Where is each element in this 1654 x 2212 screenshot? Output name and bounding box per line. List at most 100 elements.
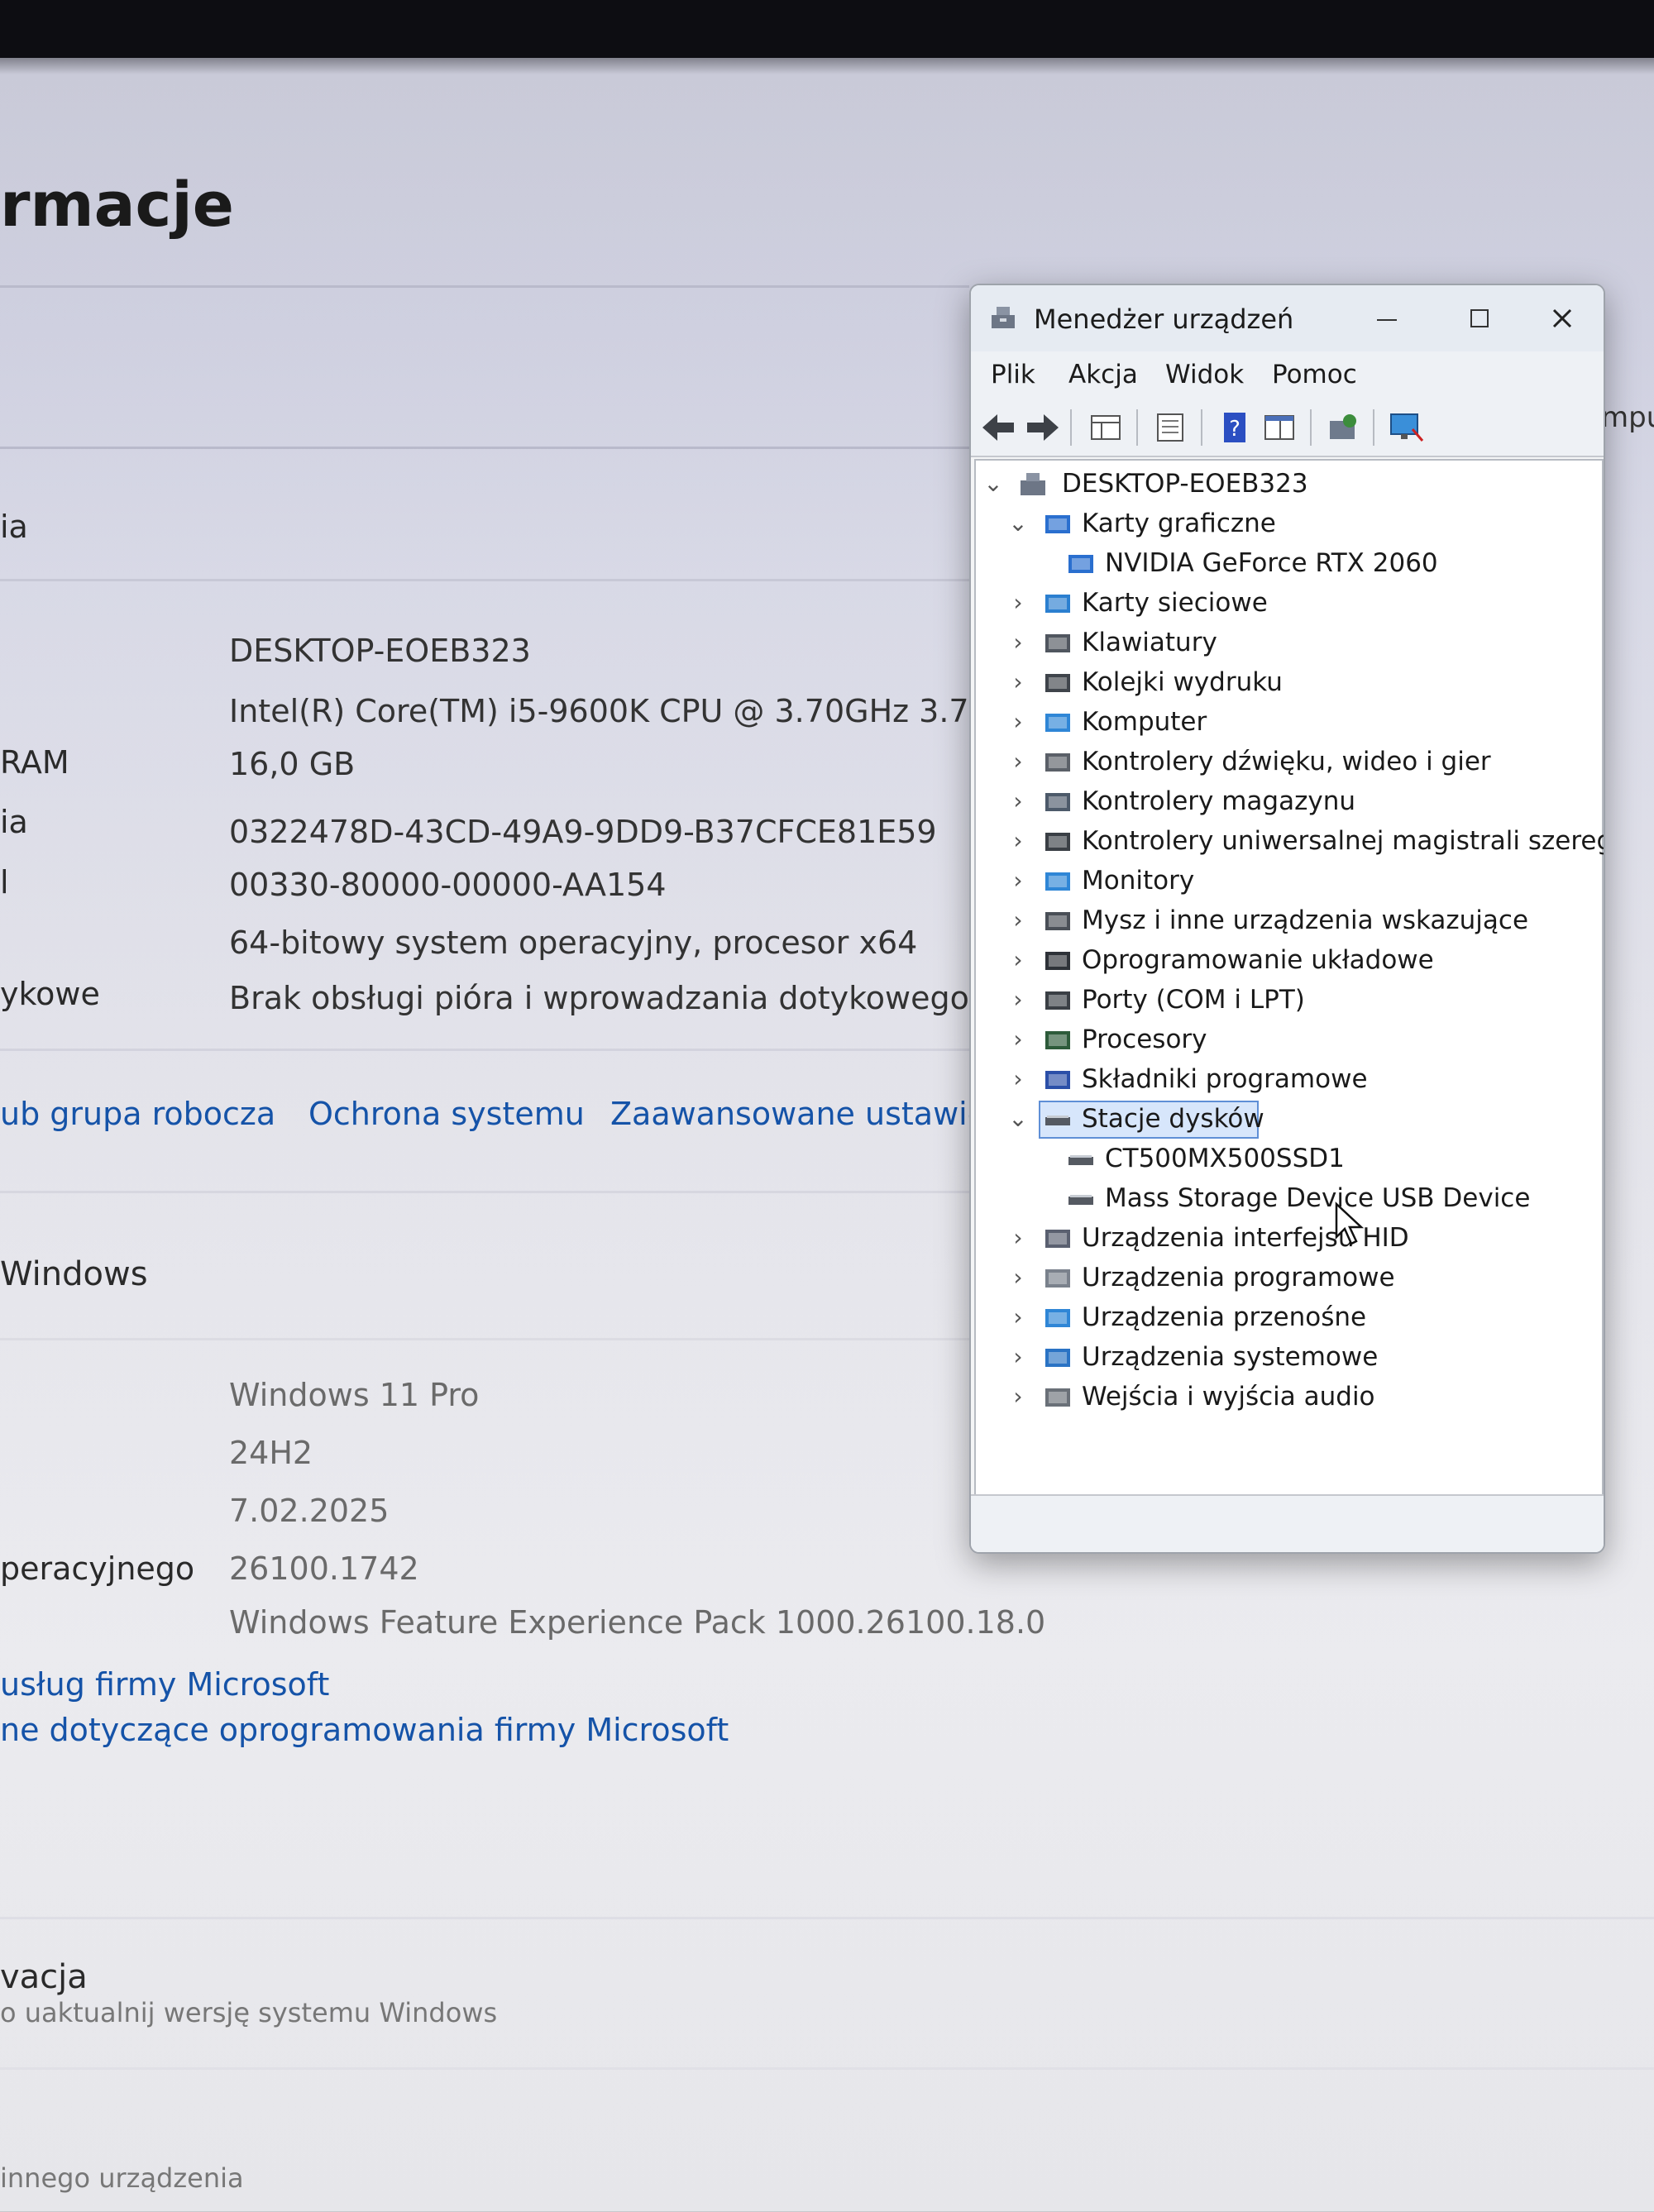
os-build-value: 26100.1742 bbox=[229, 1550, 419, 1587]
chevron-right-icon[interactable]: › bbox=[1006, 945, 1030, 975]
chevron-right-icon[interactable]: › bbox=[1006, 1263, 1030, 1292]
monitor-update-icon[interactable] bbox=[1388, 409, 1426, 446]
chevron-right-icon[interactable]: › bbox=[1006, 985, 1030, 1015]
chevron-down-icon[interactable]: ⌄ bbox=[981, 469, 1006, 499]
menu-action[interactable]: Akcja bbox=[1068, 360, 1138, 389]
tree-item-label: Klawiatury bbox=[1082, 628, 1217, 657]
network-adapter-icon bbox=[1045, 595, 1070, 613]
chevron-right-icon[interactable]: › bbox=[1006, 707, 1030, 737]
edition-value: Windows 11 Pro bbox=[229, 1377, 480, 1413]
tree-root[interactable]: ⌄ DESKTOP-EOEB323 bbox=[976, 466, 1596, 504]
scan-hardware-icon[interactable] bbox=[1325, 409, 1363, 446]
tree-leaf-item[interactable]: Mass Storage Device USB Device bbox=[976, 1180, 1596, 1218]
tree-item-label: Kontrolery dźwięku, wideo i gier bbox=[1082, 747, 1491, 776]
chevron-right-icon[interactable]: › bbox=[1006, 786, 1030, 816]
chevron-right-icon[interactable]: › bbox=[1006, 826, 1030, 856]
device-tree[interactable]: ⌄ DESKTOP-EOEB323 ⌄ Karty graficzne NVIDIA… bbox=[974, 459, 1604, 1496]
partial-side-text: mpu bbox=[1601, 401, 1654, 434]
tree-category-item[interactable]: › Oprogramowanie układowe bbox=[976, 942, 1596, 980]
device-manager-icon bbox=[992, 307, 1015, 328]
chevron-right-icon[interactable]: › bbox=[1006, 1223, 1030, 1253]
printer-icon bbox=[1045, 674, 1070, 692]
tree-item-label: Urządzenia systemowe bbox=[1082, 1342, 1379, 1372]
close-button[interactable] bbox=[1533, 294, 1591, 343]
properties-grid-icon[interactable] bbox=[1087, 409, 1125, 446]
tree-category-item[interactable]: › Urządzenia programowe bbox=[976, 1259, 1596, 1297]
menu-help[interactable]: Pomoc bbox=[1272, 360, 1357, 389]
tree-category-item[interactable]: ⌄ Stacje dysków bbox=[976, 1101, 1596, 1139]
chevron-right-icon[interactable]: › bbox=[1006, 905, 1030, 935]
cpu-icon bbox=[1045, 1031, 1070, 1049]
forward-arrow-icon[interactable] bbox=[1024, 409, 1062, 446]
activation-title[interactable]: vacja bbox=[0, 1958, 88, 1996]
chevron-right-icon[interactable]: › bbox=[1006, 1064, 1030, 1094]
tree-category-item[interactable]: › Procesory bbox=[976, 1021, 1596, 1059]
chevron-down-icon[interactable]: ⌄ bbox=[1006, 509, 1030, 538]
help-icon[interactable]: ? bbox=[1216, 409, 1254, 446]
toolbar-separator bbox=[1373, 409, 1374, 446]
properties-sheet-icon[interactable] bbox=[1151, 409, 1189, 446]
toolbar: ? bbox=[971, 399, 1604, 457]
chevron-right-icon[interactable]: › bbox=[1006, 1342, 1030, 1372]
tree-item-label: Karty sieciowe bbox=[1082, 588, 1268, 618]
ms-services-link[interactable]: usług firmy Microsoft bbox=[0, 1666, 329, 1703]
device-manager-window[interactable]: Menedżer urządzeń Plik Akcja Widok Pomoc… bbox=[969, 284, 1605, 1554]
root-label: DESKTOP-EOEB323 bbox=[1062, 469, 1308, 499]
tree-category-item[interactable]: › Komputer bbox=[976, 704, 1596, 742]
storage-controller-icon bbox=[1045, 793, 1070, 811]
chevron-right-icon[interactable]: › bbox=[1006, 628, 1030, 657]
back-arrow-icon[interactable] bbox=[979, 409, 1017, 446]
title-bar[interactable]: Menedżer urządzeń bbox=[971, 285, 1604, 351]
experience-value: Windows Feature Experience Pack 1000.261… bbox=[229, 1604, 1046, 1641]
speaker-icon bbox=[1045, 753, 1070, 772]
view-pane-icon[interactable] bbox=[1260, 409, 1298, 446]
device-id-value: 0322478D-43CD-49A9-9DD9-B37CFCE81E59 bbox=[229, 814, 937, 850]
tree-leaf-item[interactable]: NVIDIA GeForce RTX 2060 bbox=[976, 545, 1596, 583]
minimize-icon bbox=[1377, 319, 1397, 321]
tree-category-item[interactable]: › Kontrolery dźwięku, wideo i gier bbox=[976, 743, 1596, 781]
chevron-right-icon[interactable]: › bbox=[1006, 1382, 1030, 1412]
tree-category-item[interactable]: › Urządzenia interfejsu HID bbox=[976, 1220, 1596, 1258]
maximize-button[interactable] bbox=[1451, 294, 1508, 343]
tree-category-item[interactable]: › Monitory bbox=[976, 862, 1596, 901]
chevron-down-icon[interactable]: ⌄ bbox=[1006, 1104, 1030, 1134]
chevron-right-icon[interactable]: › bbox=[1006, 1025, 1030, 1054]
toolbar-separator bbox=[1310, 409, 1312, 446]
chevron-right-icon[interactable]: › bbox=[1006, 747, 1030, 776]
tree-category-item[interactable]: › Kontrolery uniwersalnej magistrali szer… bbox=[976, 823, 1604, 861]
tree-category-item[interactable]: › Wejścia i wyjścia audio bbox=[976, 1378, 1596, 1417]
tree-item-label: Kolejki wydruku bbox=[1082, 667, 1283, 697]
tree-category-item[interactable]: ⌄ Karty graficzne bbox=[976, 505, 1596, 543]
activation-subtitle: o uaktualnij wersję systemu Windows bbox=[0, 1997, 498, 2028]
display-adapter-icon bbox=[1068, 555, 1093, 573]
tree-category-item[interactable]: › Składniki programowe bbox=[976, 1061, 1596, 1099]
software-device-icon bbox=[1045, 1269, 1070, 1288]
minimize-button[interactable] bbox=[1358, 294, 1416, 343]
tree-category-item[interactable]: › Urządzenia przenośne bbox=[976, 1299, 1596, 1337]
tree-category-item[interactable]: › Karty sieciowe bbox=[976, 585, 1596, 623]
tree-category-item[interactable]: › Mysz i inne urządzenia wskazujące bbox=[976, 902, 1596, 940]
system-protection-link[interactable]: Ochrona systemu bbox=[308, 1096, 585, 1132]
chevron-right-icon[interactable]: › bbox=[1006, 667, 1030, 697]
tree-category-item[interactable]: › Kolejki wydruku bbox=[976, 664, 1596, 702]
software-component-icon bbox=[1045, 1071, 1070, 1089]
tree-category-item[interactable]: › Klawiatury bbox=[976, 624, 1596, 662]
tree-category-item[interactable]: › Kontrolery magazynu bbox=[976, 783, 1596, 821]
tree-category-item[interactable]: › Porty (COM i LPT) bbox=[976, 982, 1596, 1020]
other-device-text[interactable]: innego urządzenia bbox=[0, 2162, 244, 2194]
page-title: rmacje bbox=[0, 170, 234, 241]
pen-value: Brak obsługi pióra i wprowadzania dotyko… bbox=[229, 980, 1049, 1016]
tree-item-label: Oprogramowanie układowe bbox=[1082, 945, 1434, 975]
ms-license-link[interactable]: ne dotyczące oprogramowania firmy Micros… bbox=[0, 1712, 729, 1748]
toolbar-separator bbox=[1070, 409, 1072, 446]
chevron-right-icon[interactable]: › bbox=[1006, 588, 1030, 618]
tree-leaf-item[interactable]: CT500MX500SSD1 bbox=[976, 1140, 1596, 1178]
menu-view[interactable]: Widok bbox=[1165, 360, 1244, 389]
tree-category-item[interactable]: › Urządzenia systemowe bbox=[976, 1339, 1596, 1377]
menu-file[interactable]: Plik bbox=[991, 360, 1035, 389]
tree-item-label: CT500MX500SSD1 bbox=[1105, 1144, 1345, 1173]
toolbar-separator bbox=[1201, 409, 1202, 446]
workgroup-link[interactable]: ub grupa robocza bbox=[0, 1096, 275, 1132]
chevron-right-icon[interactable]: › bbox=[1006, 866, 1030, 896]
chevron-right-icon[interactable]: › bbox=[1006, 1302, 1030, 1332]
